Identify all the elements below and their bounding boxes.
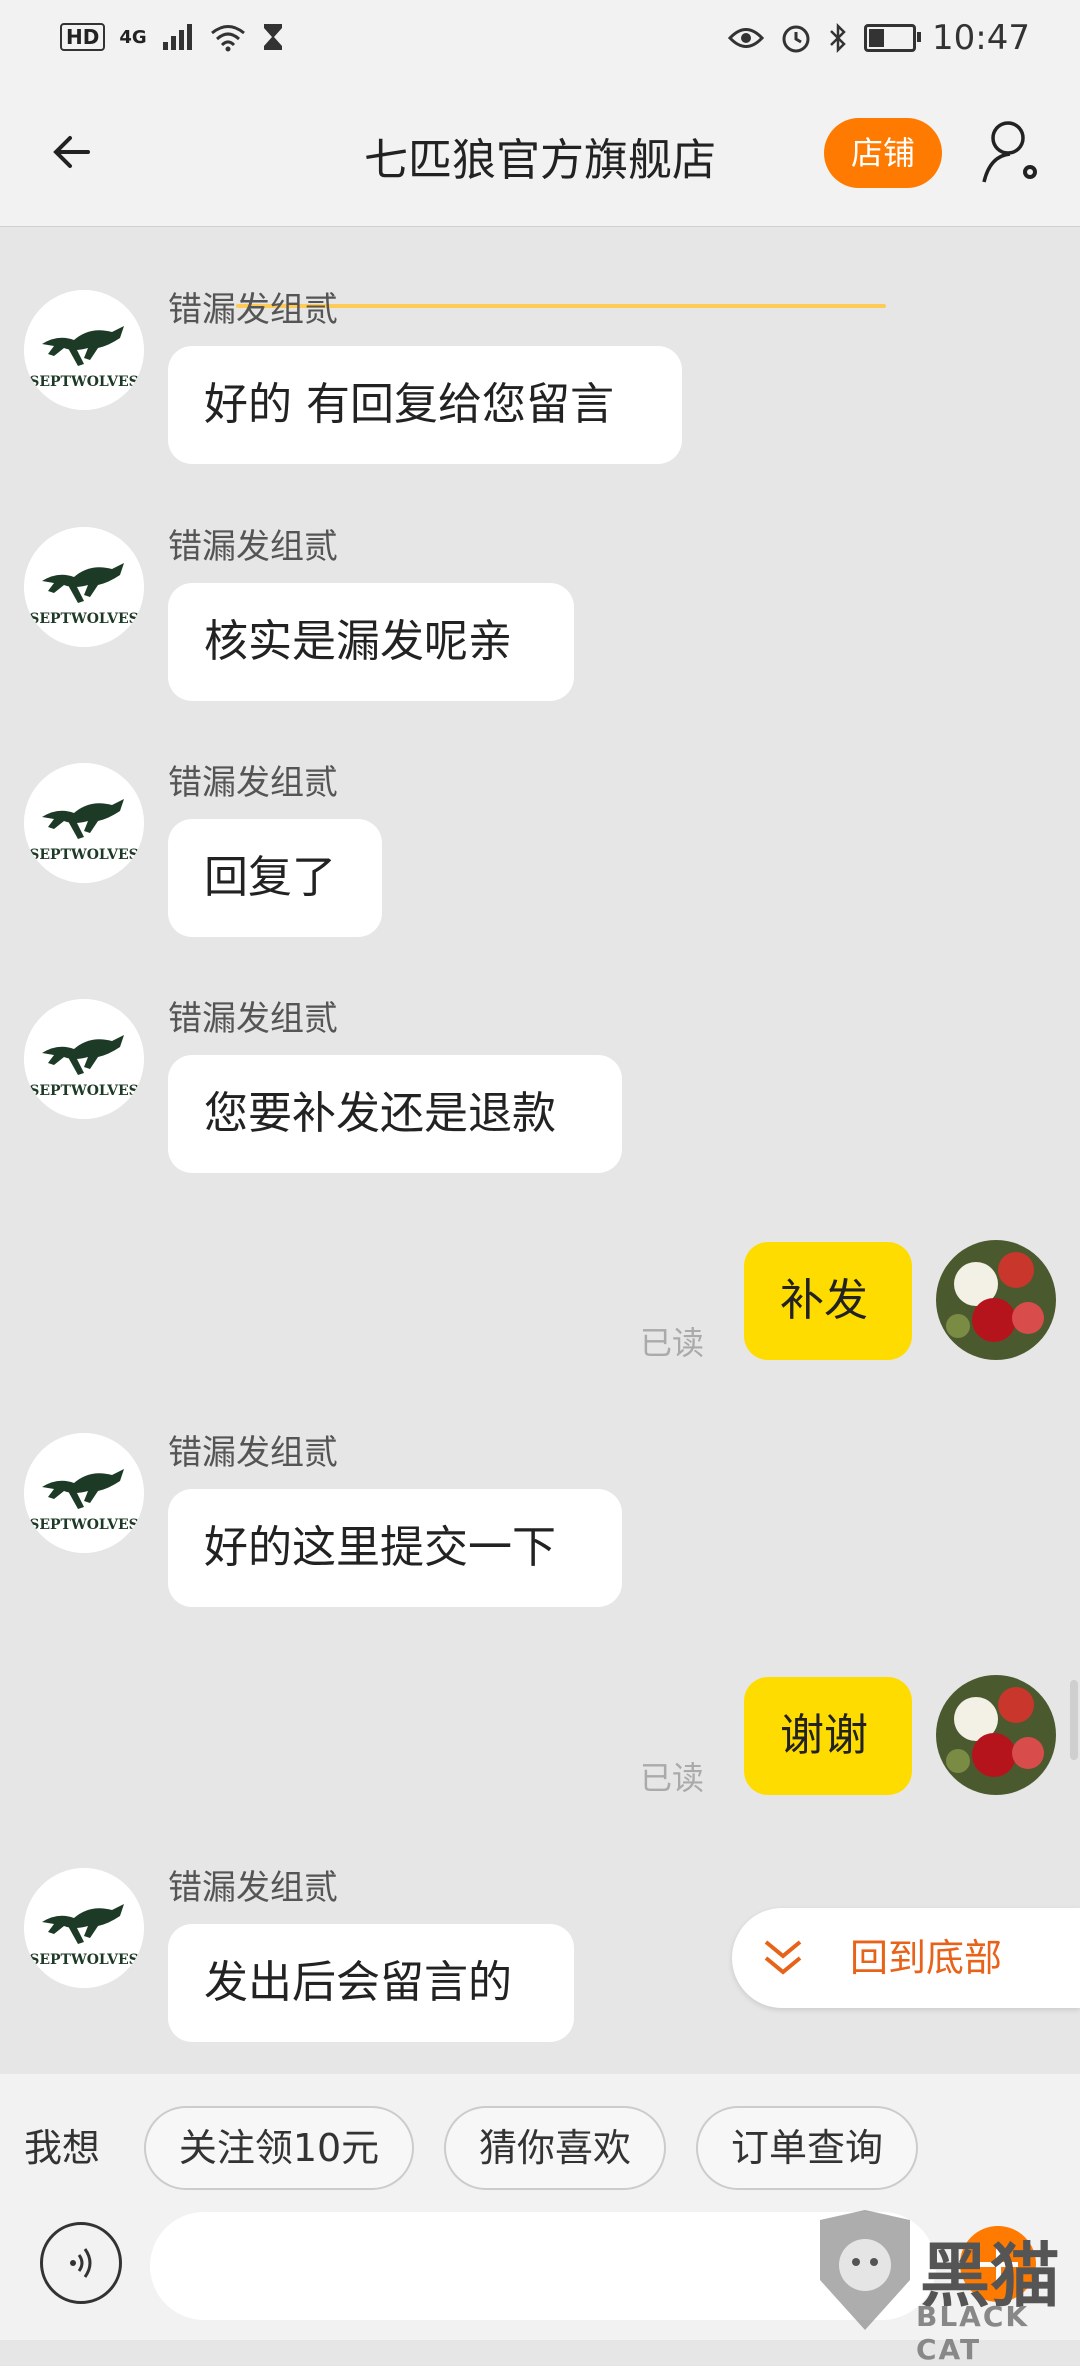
- sender-name: 错漏发组贰: [168, 527, 338, 567]
- sender-name: 错漏发组贰: [168, 1433, 338, 1473]
- chat-header: 七匹狼官方旗舰店 店铺: [0, 80, 1080, 308]
- my-message-bubble[interactable]: 谢谢: [744, 1677, 912, 1795]
- message-bubble[interactable]: 好的 有回复给您留言: [168, 346, 682, 464]
- scroll-to-bottom-label: 回到底部: [850, 1936, 1003, 1980]
- status-bar: HD 4G 10:47: [0, 0, 1080, 80]
- quick-chip-order[interactable]: 订单查询: [696, 2106, 918, 2190]
- read-receipt: 已读: [640, 1759, 705, 1797]
- quick-chip-guess[interactable]: 猜你喜欢: [444, 2106, 666, 2190]
- scroll-to-bottom-button[interactable]: 回到底部: [732, 1908, 1080, 2008]
- shop-avatar[interactable]: SEPTWOLVES: [24, 527, 144, 647]
- my-avatar[interactable]: [936, 1240, 1056, 1360]
- eye-icon: [728, 28, 765, 48]
- shop-avatar[interactable]: SEPTWOLVES: [24, 763, 144, 883]
- shop-avatar-logo-text: SEPTWOLVES: [29, 847, 139, 863]
- quick-prompt-label: 我想: [24, 2126, 101, 2170]
- shop-button[interactable]: 店铺: [824, 118, 942, 188]
- sender-name: 错漏发组贰: [168, 1868, 338, 1908]
- shop-avatar-logo-text: SEPTWOLVES: [29, 1083, 139, 1099]
- message-bubble[interactable]: 好的这里提交一下: [168, 1489, 622, 1607]
- network-type: 4G: [119, 26, 147, 48]
- shop-avatar-logo-text: SEPTWOLVES: [29, 611, 139, 627]
- signal-icon: [162, 24, 192, 50]
- wifi-icon: [210, 25, 245, 52]
- user-settings-icon[interactable]: [980, 116, 1044, 190]
- double-chevron-down-icon: [764, 1940, 802, 1975]
- battery-icon: [864, 24, 922, 52]
- bluetooth-icon: [830, 22, 846, 54]
- my-message-bubble[interactable]: 补发: [744, 1242, 912, 1360]
- sender-name: 错漏发组贰: [168, 763, 338, 803]
- message-bubble[interactable]: 核实是漏发呢亲: [168, 583, 574, 701]
- hd-badge: HD: [60, 23, 106, 51]
- voice-icon: [70, 2248, 92, 2278]
- shop-avatar[interactable]: SEPTWOLVES: [24, 999, 144, 1119]
- shop-avatar[interactable]: SEPTWOLVES: [24, 1868, 144, 1988]
- sender-name: 错漏发组贰: [168, 290, 338, 330]
- message-bubble[interactable]: 回复了: [168, 819, 382, 937]
- shop-avatar[interactable]: SEPTWOLVES: [24, 1433, 144, 1553]
- read-receipt: 已读: [640, 1324, 705, 1362]
- message-bubble[interactable]: 发出后会留言的: [168, 1924, 574, 2042]
- watermark-en: BLACK CAT: [916, 2300, 1030, 2366]
- battery-fill: [869, 29, 885, 47]
- message-bubble[interactable]: 您要补发还是退款: [168, 1055, 622, 1173]
- quick-reply-row: 我想 关注领10元 猜你喜欢 订单查询: [0, 2100, 1080, 2196]
- shop-avatar[interactable]: SEPTWOLVES: [24, 290, 144, 410]
- alarm-icon: [782, 25, 810, 53]
- black-cat-watermark-icon: [820, 2210, 910, 2330]
- hourglass-icon: [263, 24, 282, 50]
- my-avatar[interactable]: [936, 1675, 1056, 1795]
- shop-avatar-logo-text: SEPTWOLVES: [29, 1952, 139, 1968]
- shop-avatar-logo-text: SEPTWOLVES: [29, 1517, 139, 1533]
- clock: 10:47: [932, 18, 1030, 58]
- shop-avatar-logo-text: SEPTWOLVES: [29, 374, 139, 390]
- scrollbar[interactable]: [1070, 1680, 1078, 1760]
- sender-name: 错漏发组贰: [168, 999, 338, 1039]
- voice-input-button[interactable]: [40, 2222, 122, 2304]
- quick-chip-follow[interactable]: 关注领10元: [144, 2106, 414, 2190]
